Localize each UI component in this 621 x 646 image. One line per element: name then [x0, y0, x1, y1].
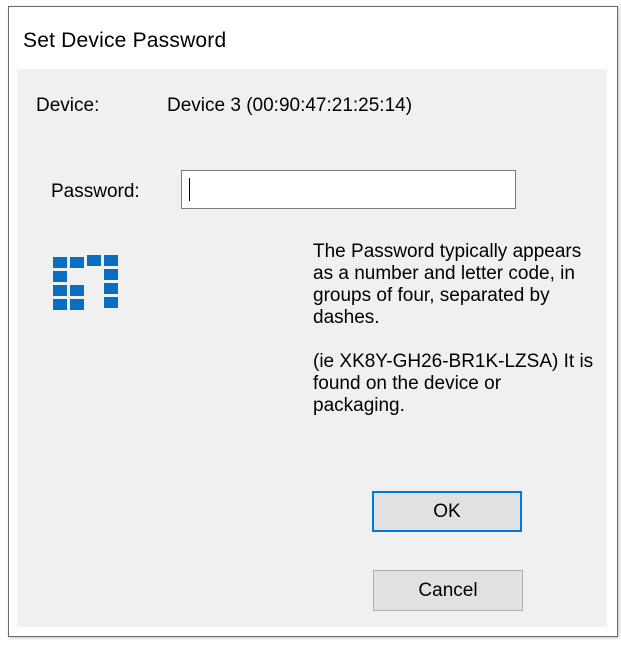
device-logo-icon [53, 255, 118, 310]
password-label: Password: [51, 181, 140, 202]
dialog-title: Set Device Password [23, 29, 227, 52]
set-device-password-dialog: Set Device Password Device: Device 3 (00… [8, 6, 618, 637]
password-input[interactable] [181, 170, 516, 209]
hint-paragraph-example: (ie XK8Y-GH26-BR1K-LZSA) It is found on … [313, 351, 594, 416]
password-hint: The Password typically appears as a numb… [313, 241, 598, 417]
hint-paragraph-format: The Password typically appears as a numb… [313, 241, 582, 328]
cancel-button[interactable]: Cancel [373, 570, 523, 611]
device-value: Device 3 (00:90:47:21:25:14) [167, 95, 413, 116]
text-caret [189, 178, 190, 201]
title-bar[interactable]: Set Device Password [9, 7, 617, 69]
ok-button[interactable]: OK [372, 491, 522, 532]
device-label: Device: [36, 95, 100, 116]
dialog-body: Device: Device 3 (00:90:47:21:25:14) Pas… [17, 69, 607, 627]
